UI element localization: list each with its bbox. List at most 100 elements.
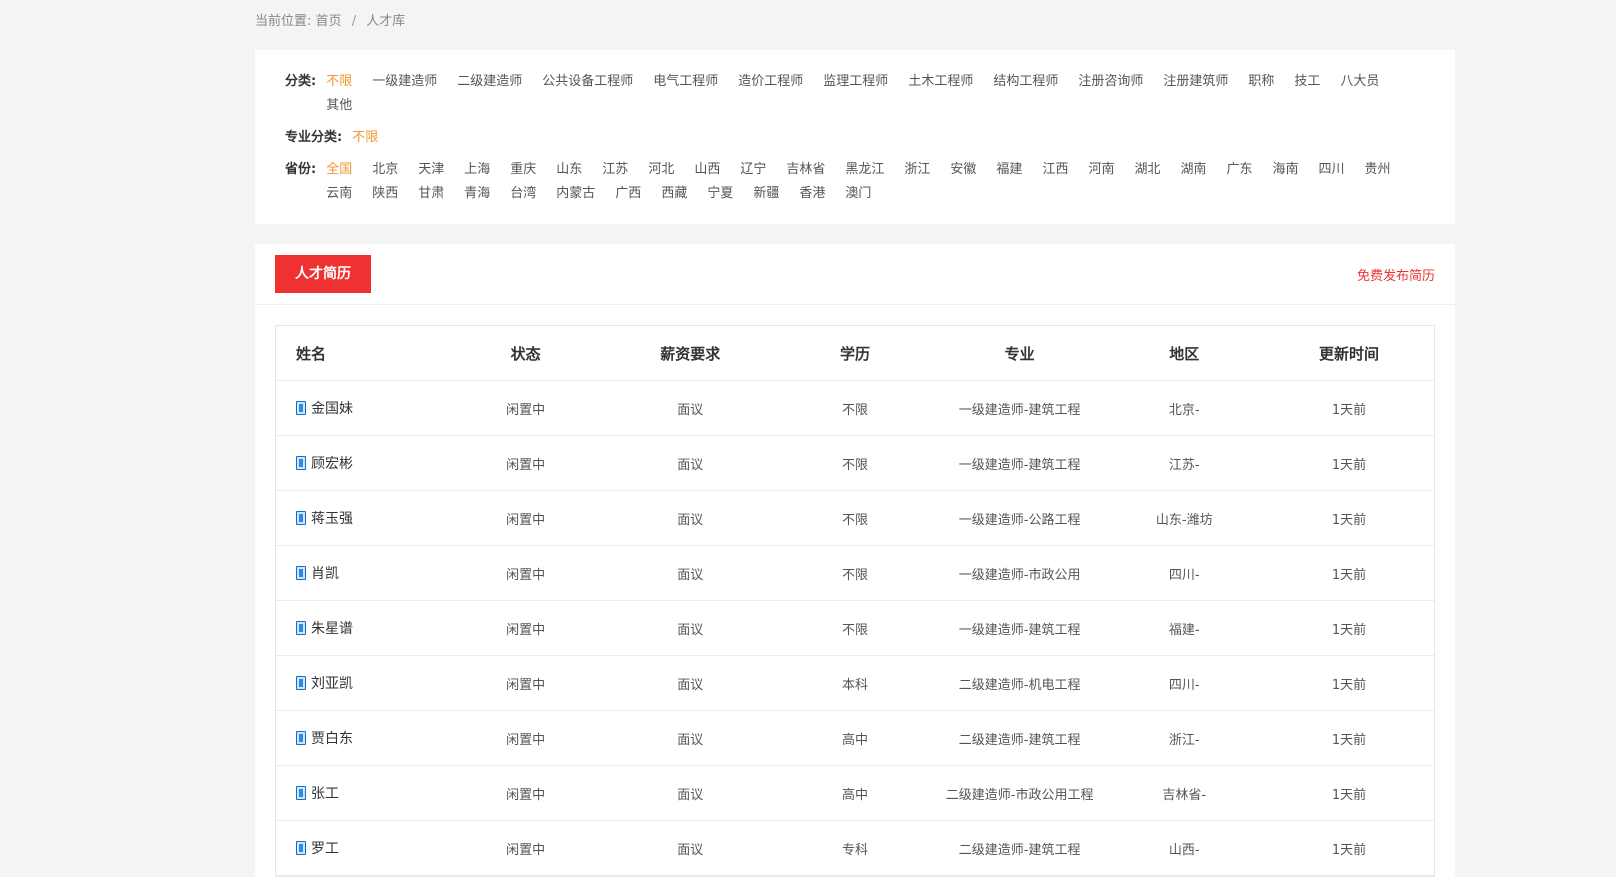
filter-option-province[interactable]: 广东 <box>1227 158 1253 182</box>
candidate-name[interactable]: 金国妹 <box>311 401 353 417</box>
publish-resume-link[interactable]: 免费发布简历 <box>1357 265 1435 284</box>
filter-option-category[interactable]: 注册咨询师 <box>1078 70 1143 94</box>
filter-option-province[interactable]: 香港 <box>799 182 825 206</box>
filter-option-province[interactable]: 上海 <box>464 158 490 182</box>
filter-option-category[interactable]: 职称 <box>1248 70 1274 94</box>
filter-option-province[interactable]: 云南 <box>326 182 352 206</box>
filter-option-province[interactable]: 西藏 <box>661 182 687 206</box>
filter-option-province[interactable]: 青海 <box>464 182 490 206</box>
filter-option-category[interactable]: 公共设备工程师 <box>542 70 633 94</box>
filter-option-province[interactable]: 宁夏 <box>707 182 733 206</box>
cell-name[interactable]: 肖凯 <box>276 545 446 601</box>
table-row[interactable]: 贾白东 闲置中 面议 高中 二级建造师-建筑工程 浙江- 1天前 <box>276 710 1434 766</box>
filter-option-province[interactable]: 辽宁 <box>740 158 766 182</box>
filter-options-specialty: 不限 <box>352 126 398 150</box>
filter-option-province[interactable]: 甘肃 <box>418 182 444 206</box>
cell-name[interactable]: 金国妹 <box>276 380 446 436</box>
filter-option-province[interactable]: 河北 <box>648 158 674 182</box>
filter-option-province[interactable]: 北京 <box>372 158 398 182</box>
table-row[interactable]: 金国妹 闲置中 面议 不限 一级建造师-建筑工程 北京- 1天前 <box>276 380 1434 436</box>
cell-status: 闲置中 <box>445 380 606 436</box>
filter-option-province[interactable]: 内蒙古 <box>556 182 595 206</box>
filter-option-category[interactable]: 其他 <box>326 94 352 118</box>
filter-option-category[interactable]: 造价工程师 <box>738 70 803 94</box>
tab-talent-resumes[interactable]: 人才简历 <box>275 255 371 293</box>
filter-option-category[interactable]: 技工 <box>1294 70 1320 94</box>
filter-option-province[interactable]: 福建 <box>996 158 1022 182</box>
filter-option-province[interactable]: 台湾 <box>510 182 536 206</box>
table-row[interactable]: 罗工 闲置中 面议 专科 二级建造师-建筑工程 山西- 1天前 <box>276 820 1434 876</box>
cell-salary: 面议 <box>605 820 776 876</box>
filter-option-province[interactable]: 湖南 <box>1180 158 1206 182</box>
filter-option-province[interactable]: 新疆 <box>753 182 779 206</box>
cell-updated: 1天前 <box>1263 655 1434 711</box>
cell-name[interactable]: 贾白东 <box>276 710 446 766</box>
filter-option-specialty[interactable]: 不限 <box>352 126 378 150</box>
cell-region: 山西- <box>1104 820 1264 876</box>
cell-status: 闲置中 <box>445 710 606 766</box>
filter-option-province[interactable]: 天津 <box>418 158 444 182</box>
column-header-status: 状态 <box>445 326 606 381</box>
table-header-row: 姓名 状态 薪资要求 学历 专业 地区 更新时间 <box>276 326 1434 381</box>
candidate-name[interactable]: 朱星谱 <box>311 621 353 637</box>
filter-option-province[interactable]: 江西 <box>1042 158 1068 182</box>
resume-table: 姓名 状态 薪资要求 学历 专业 地区 更新时间 金国妹 闲置中 面议 不限 一级建造师-建筑工程北… <box>276 326 1434 876</box>
cell-name[interactable]: 朱星谱 <box>276 600 446 656</box>
filter-option-province[interactable]: 山东 <box>556 158 582 182</box>
table-row[interactable]: 顾宏彬 闲置中 面议 不限 一级建造师-建筑工程 江苏- 1天前 <box>276 435 1434 491</box>
document-icon <box>296 676 306 690</box>
document-icon <box>296 731 306 745</box>
filter-option-category[interactable]: 一级建造师 <box>372 70 437 94</box>
candidate-name[interactable]: 蒋玉强 <box>311 511 353 527</box>
cell-region: 四川- <box>1104 655 1264 711</box>
table-row[interactable]: 张工 闲置中 面议 高中 二级建造师-市政公用工程 吉林省- 1天前 <box>276 765 1434 821</box>
table-row[interactable]: 朱星谱 闲置中 面议 不限 一级建造师-建筑工程 福建- 1天前 <box>276 600 1434 656</box>
filter-option-category[interactable]: 八大员 <box>1340 70 1379 94</box>
filter-option-province[interactable]: 浙江 <box>904 158 930 182</box>
cell-name[interactable]: 蒋玉强 <box>276 490 446 546</box>
filter-option-category[interactable]: 电气工程师 <box>653 70 718 94</box>
candidate-name[interactable]: 贾白东 <box>311 731 353 747</box>
cell-name[interactable]: 罗工 <box>276 820 446 876</box>
breadcrumb-home-link[interactable]: 首页 <box>316 14 342 29</box>
filter-option-category[interactable]: 二级建造师 <box>457 70 522 94</box>
filter-option-category[interactable]: 不限 <box>326 70 352 94</box>
filter-option-category[interactable]: 监理工程师 <box>823 70 888 94</box>
column-header-salary: 薪资要求 <box>605 326 776 381</box>
cell-name[interactable]: 顾宏彬 <box>276 435 446 491</box>
filter-option-province[interactable]: 海南 <box>1273 158 1299 182</box>
cell-name[interactable]: 刘亚凯 <box>276 655 446 711</box>
table-row[interactable]: 蒋玉强 闲置中 面议 不限 一级建造师-公路工程 山东-潍坊 1天前 <box>276 490 1434 546</box>
cell-specialty: 二级建造师-建筑工程 <box>934 820 1105 876</box>
cell-status: 闲置中 <box>445 545 606 601</box>
cell-salary: 面议 <box>605 380 776 436</box>
candidate-name[interactable]: 刘亚凯 <box>311 676 353 692</box>
filter-option-province[interactable]: 陕西 <box>372 182 398 206</box>
filter-option-province[interactable]: 全国 <box>326 158 352 182</box>
filter-option-province[interactable]: 四川 <box>1319 158 1345 182</box>
filter-option-province[interactable]: 贵州 <box>1365 158 1391 182</box>
candidate-name[interactable]: 顾宏彬 <box>311 456 353 472</box>
filter-option-province[interactable]: 吉林省 <box>786 158 825 182</box>
filter-row-specialty: 专业分类: 不限 <box>285 126 1425 150</box>
filter-option-category[interactable]: 结构工程师 <box>993 70 1058 94</box>
filter-option-province[interactable]: 广西 <box>615 182 641 206</box>
filter-option-province[interactable]: 湖北 <box>1134 158 1160 182</box>
candidate-name[interactable]: 罗工 <box>311 841 339 857</box>
filter-option-category[interactable]: 注册建筑师 <box>1163 70 1228 94</box>
filter-option-province[interactable]: 安徽 <box>950 158 976 182</box>
filter-option-province[interactable]: 澳门 <box>845 182 871 206</box>
filter-option-province[interactable]: 江苏 <box>602 158 628 182</box>
filter-row-category: 分类: 不限 一级建造师 二级建造师 公共设备工程师 电气工程师 造价工程师 监理工程师 土木… <box>285 70 1425 118</box>
candidate-name[interactable]: 张工 <box>311 786 339 802</box>
table-row[interactable]: 肖凯 闲置中 面议 不限 一级建造师-市政公用 四川- 1天前 <box>276 545 1434 601</box>
filter-option-province[interactable]: 重庆 <box>510 158 536 182</box>
filter-option-province[interactable]: 河南 <box>1088 158 1114 182</box>
table-row[interactable]: 刘亚凯 闲置中 面议 本科 二级建造师-机电工程 四川- 1天前 <box>276 655 1434 711</box>
filter-label-category: 分类: <box>285 74 317 89</box>
filter-option-province[interactable]: 山西 <box>694 158 720 182</box>
filter-option-province[interactable]: 黑龙江 <box>845 158 884 182</box>
candidate-name[interactable]: 肖凯 <box>311 566 339 582</box>
cell-name[interactable]: 张工 <box>276 765 446 821</box>
filter-option-category[interactable]: 土木工程师 <box>908 70 973 94</box>
